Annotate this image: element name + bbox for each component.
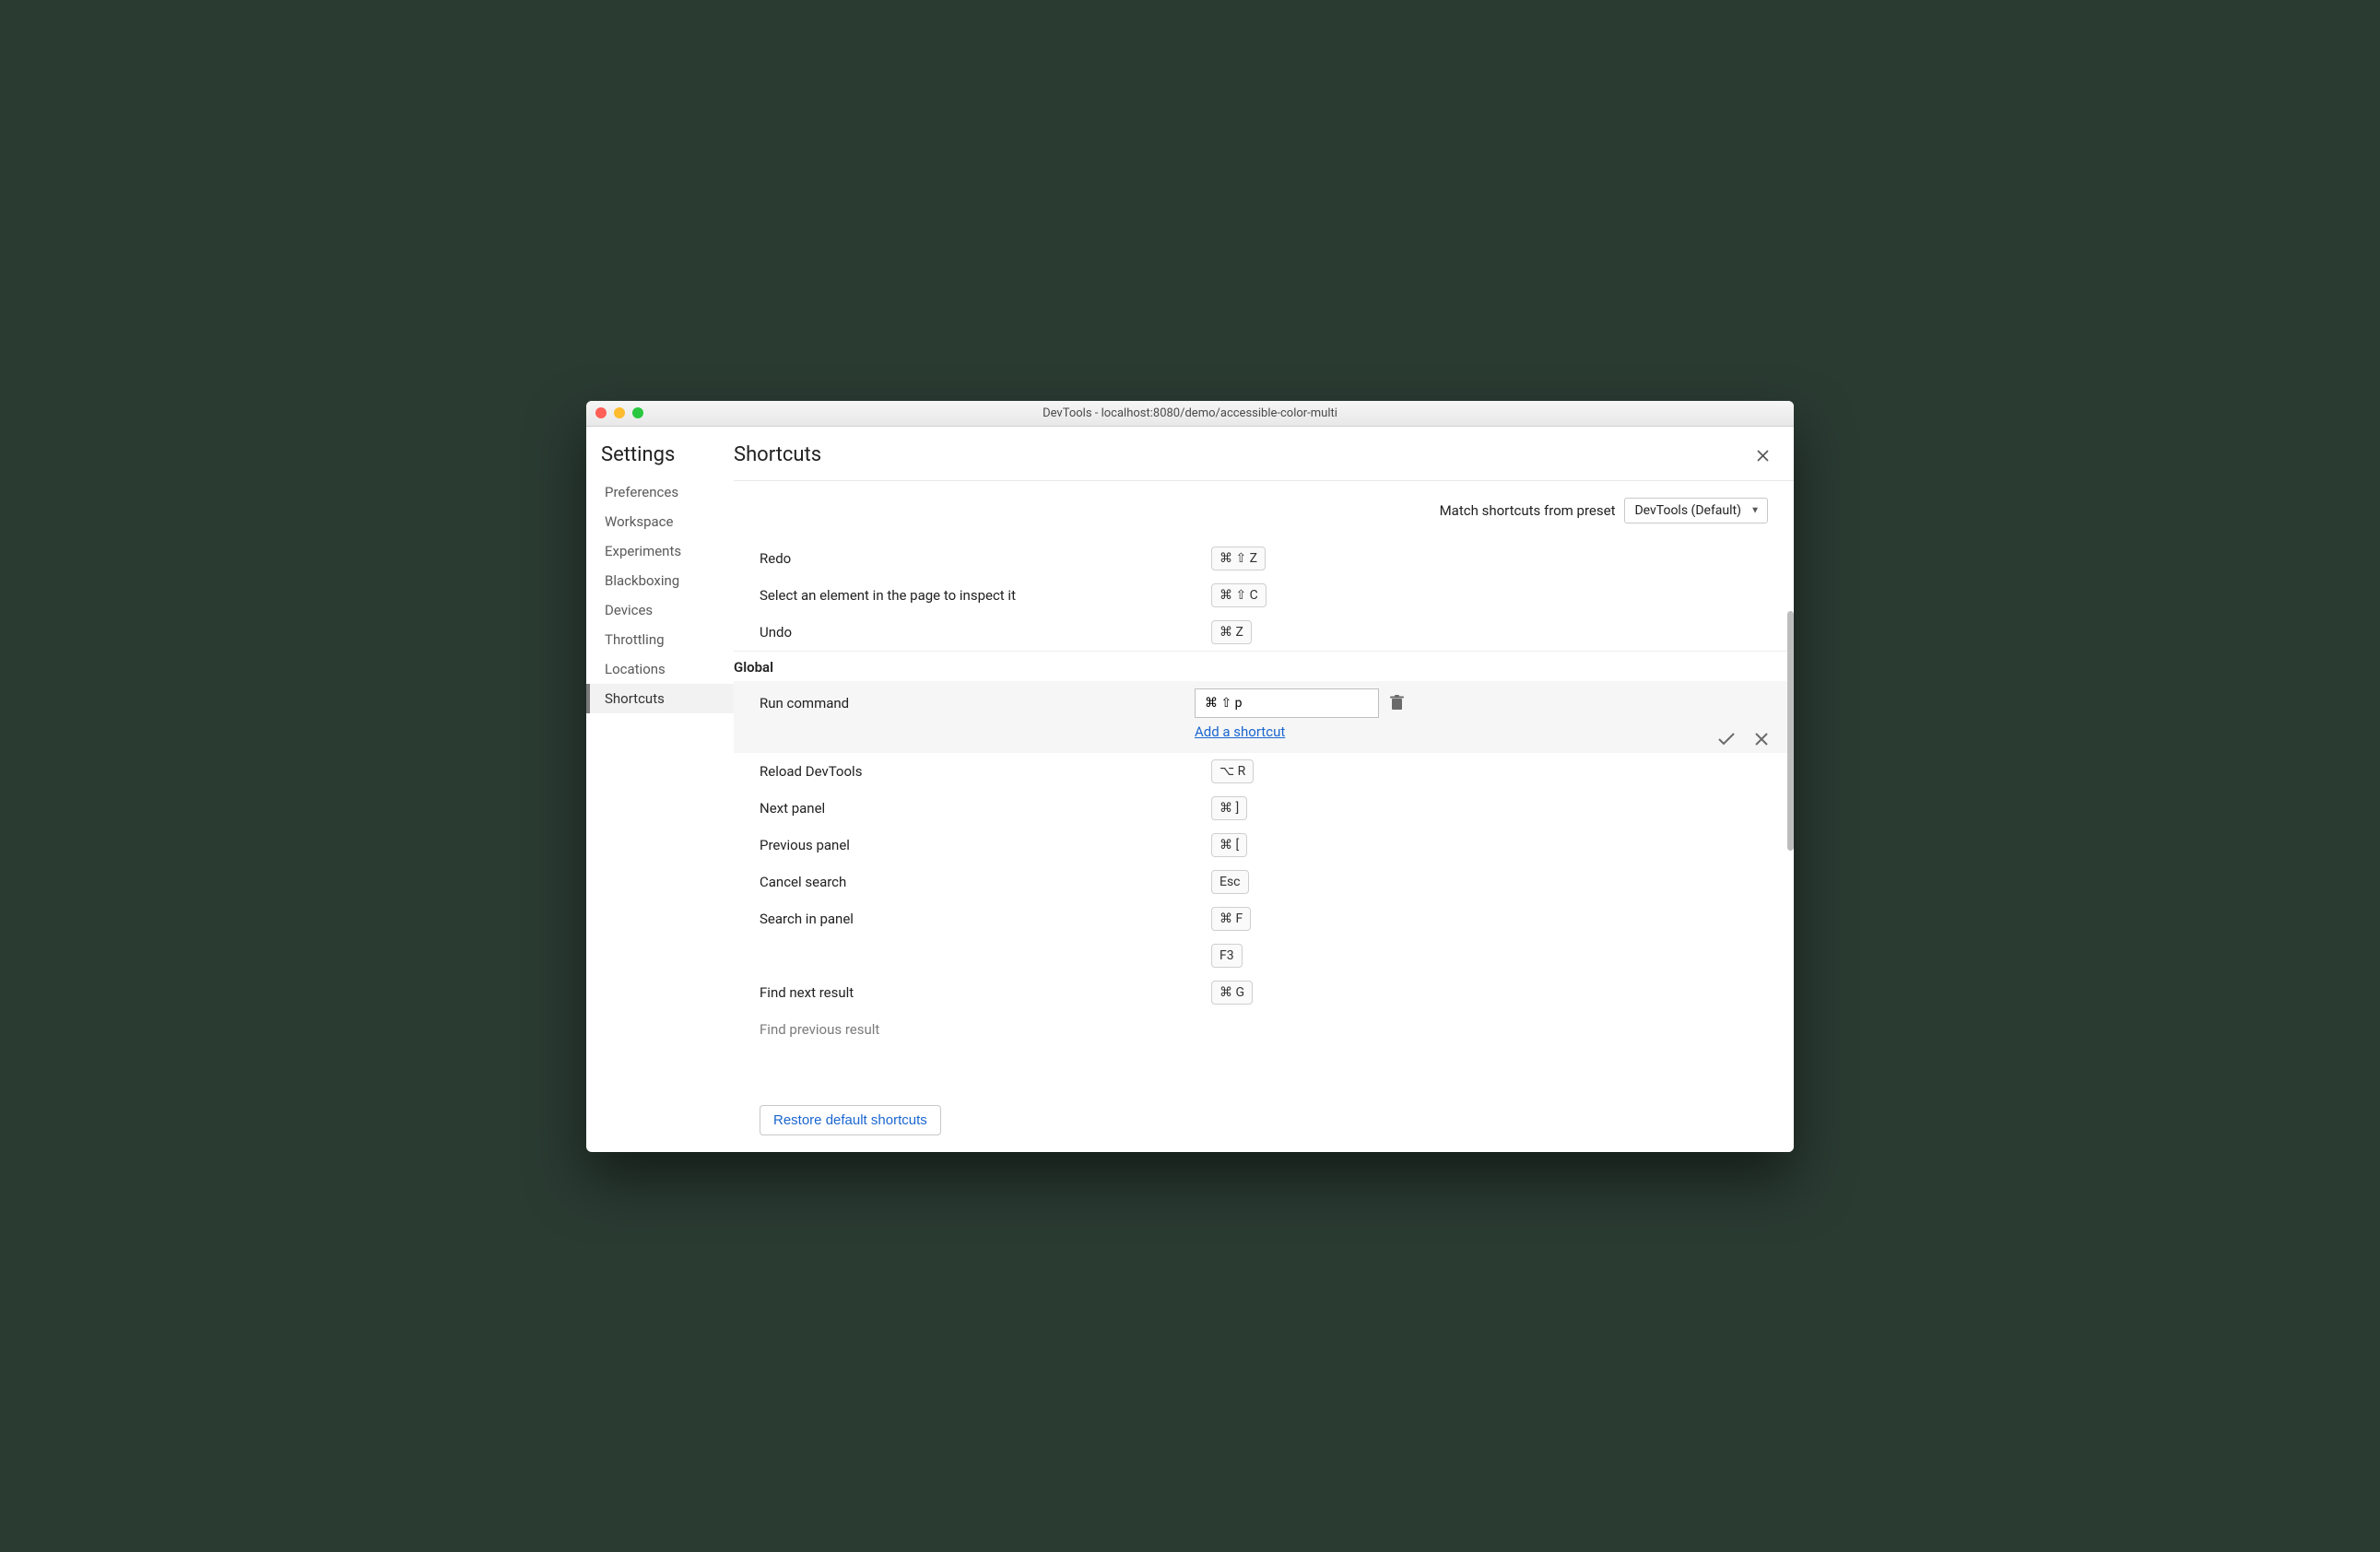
chevron-down-icon: ▼: [1750, 505, 1760, 515]
key-chip: ⌘ G: [1211, 981, 1253, 1005]
content: Settings Preferences Workspace Experimen…: [586, 427, 1794, 1152]
shortcut-label: Find previous result: [760, 1021, 1211, 1038]
shortcut-row[interactable]: Select an element in the page to inspect…: [734, 577, 1790, 614]
shortcut-row[interactable]: F3: [734, 937, 1790, 974]
confirm-button[interactable]: [1718, 733, 1735, 746]
minimize-window-icon[interactable]: [614, 407, 625, 418]
sidebar-item-experiments[interactable]: Experiments: [586, 536, 734, 566]
sidebar: Settings Preferences Workspace Experimen…: [586, 427, 734, 1152]
sidebar-item-locations[interactable]: Locations: [586, 654, 734, 684]
shortcut-row[interactable]: Undo ⌘ Z: [734, 614, 1790, 651]
trash-icon: [1390, 695, 1404, 711]
main: Shortcuts Match shortcuts from preset De…: [734, 427, 1794, 1152]
key-chip: ⌘ ⇧ Z: [1211, 547, 1266, 570]
shortcut-row[interactable]: Search in panel ⌘ F: [734, 900, 1790, 937]
shortcut-label: Redo: [760, 550, 1211, 567]
close-icon: [1757, 450, 1769, 462]
traffic-lights: [595, 407, 643, 418]
main-header: Shortcuts: [734, 427, 1794, 481]
sidebar-item-devices[interactable]: Devices: [586, 595, 734, 625]
shortcut-label: Select an element in the page to inspect…: [760, 587, 1211, 604]
shortcut-row-editing: Run command Add a shortcut: [734, 681, 1790, 753]
preset-label: Match shortcuts from preset: [1440, 502, 1616, 519]
key-chip: F3: [1211, 944, 1243, 968]
shortcut-row[interactable]: Reload DevTools ⌥ R: [734, 753, 1790, 790]
shortcut-list: Redo ⌘ ⇧ Z Select an element in the page…: [734, 540, 1794, 1152]
shortcut-label: Search in panel: [760, 911, 1211, 927]
add-shortcut-link[interactable]: Add a shortcut: [1195, 723, 1285, 740]
restore-bar: Restore default shortcuts: [734, 1096, 1794, 1152]
close-settings-button[interactable]: [1750, 443, 1775, 469]
sidebar-item-throttling[interactable]: Throttling: [586, 625, 734, 654]
key-chip: ⌘ F: [1211, 907, 1251, 931]
cancel-button[interactable]: [1755, 733, 1768, 746]
shortcut-row[interactable]: Find previous result: [734, 1011, 1790, 1048]
shortcut-label: Undo: [760, 624, 1211, 641]
section-header-global: Global: [734, 651, 1790, 681]
scrollbar-thumb[interactable]: [1787, 611, 1794, 851]
shortcut-row[interactable]: Next panel ⌘ ]: [734, 790, 1790, 827]
preset-select[interactable]: DevTools (Default) ▼: [1624, 498, 1768, 523]
preset-selected: DevTools (Default): [1634, 503, 1741, 518]
page-title: Shortcuts: [734, 443, 821, 466]
check-icon: [1718, 733, 1735, 746]
sidebar-item-preferences[interactable]: Preferences: [586, 477, 734, 507]
shortcut-label: Find next result: [760, 984, 1211, 1001]
confirm-bar: [1718, 733, 1768, 746]
shortcut-row[interactable]: Redo ⌘ ⇧ Z: [734, 540, 1790, 577]
shortcut-label: Next panel: [760, 800, 1211, 817]
key-chip: ⌘ ⇧ C: [1211, 583, 1267, 607]
shortcut-label: Previous panel: [760, 837, 1211, 853]
shortcut-row[interactable]: Find next result ⌘ G: [734, 974, 1790, 1011]
sidebar-item-workspace[interactable]: Workspace: [586, 507, 734, 536]
key-chip: ⌘ Z: [1211, 620, 1252, 644]
delete-shortcut-button[interactable]: [1390, 695, 1404, 711]
shortcut-label: Run command: [760, 695, 1195, 711]
preset-row: Match shortcuts from preset DevTools (De…: [734, 481, 1794, 540]
shortcut-row[interactable]: Cancel search Esc: [734, 864, 1790, 900]
restore-defaults-button[interactable]: Restore default shortcuts: [760, 1105, 941, 1135]
key-chip: ⌘ ]: [1211, 796, 1247, 820]
window-title: DevTools - localhost:8080/demo/accessibl…: [586, 406, 1794, 420]
window: DevTools - localhost:8080/demo/accessibl…: [586, 401, 1794, 1152]
key-chip: ⌘ [: [1211, 833, 1247, 857]
titlebar: DevTools - localhost:8080/demo/accessibl…: [586, 401, 1794, 427]
shortcut-row[interactable]: Previous panel ⌘ [: [734, 827, 1790, 864]
key-chip: Esc: [1211, 870, 1249, 894]
shortcut-input[interactable]: [1195, 688, 1379, 718]
shortcut-label: Cancel search: [760, 874, 1211, 890]
close-window-icon[interactable]: [595, 407, 607, 418]
key-chip: ⌥ R: [1211, 759, 1254, 783]
close-icon: [1755, 733, 1768, 746]
sidebar-item-shortcuts[interactable]: Shortcuts: [586, 684, 734, 713]
sidebar-title: Settings: [586, 443, 734, 477]
shortcut-label: Reload DevTools: [760, 763, 1211, 780]
sidebar-item-blackboxing[interactable]: Blackboxing: [586, 566, 734, 595]
zoom-window-icon[interactable]: [632, 407, 643, 418]
